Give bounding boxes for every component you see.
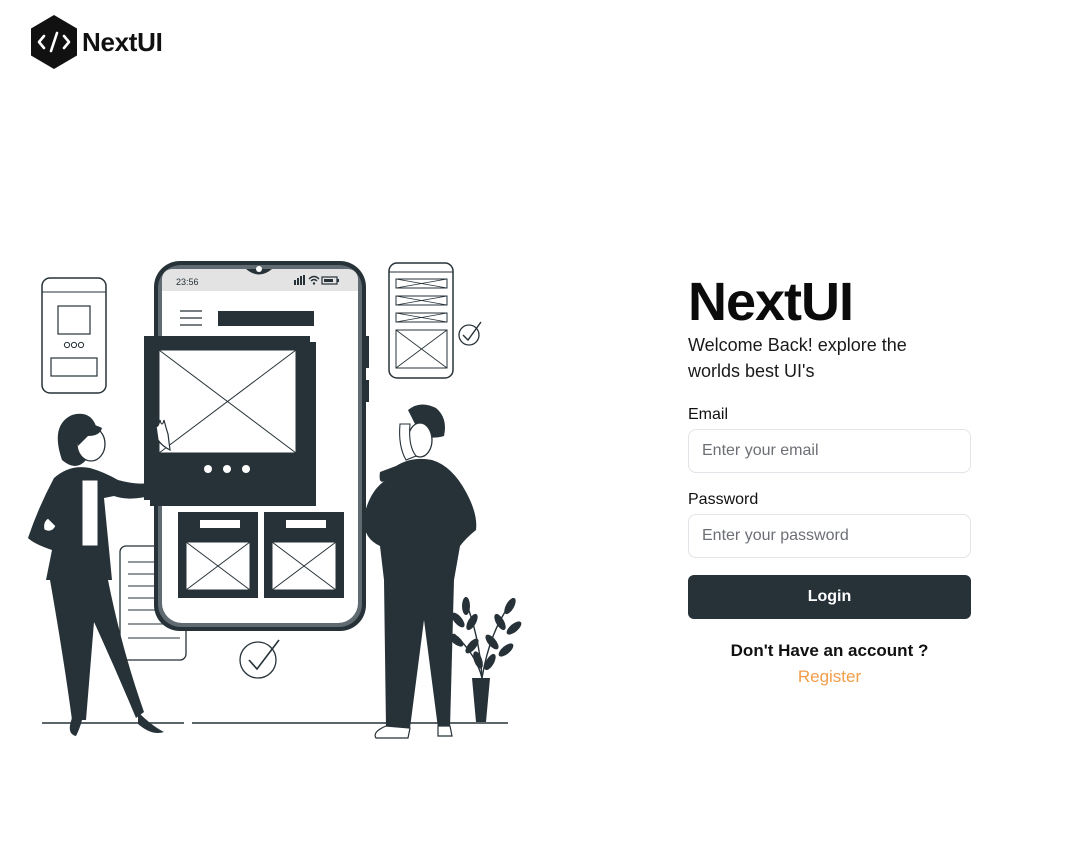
- email-label: Email: [688, 406, 729, 423]
- register-link[interactable]: Register: [688, 667, 971, 687]
- page-title: NextUI: [688, 272, 854, 332]
- login-button[interactable]: Login: [688, 575, 971, 619]
- checkmark-icon: [239, 639, 280, 679]
- phone-time: 23:56: [176, 277, 199, 287]
- code-brackets-hexagon-icon[interactable]: [30, 14, 78, 70]
- man-figure: [363, 404, 477, 739]
- checkmark-icon: [458, 321, 482, 346]
- left-phone-wireframe: [41, 277, 107, 394]
- login-panel: NextUI Welcome Back! explore the worlds …: [688, 272, 971, 687]
- welcome-subtitle: Welcome Back! explore the worlds best UI…: [688, 335, 907, 381]
- password-field[interactable]: [688, 514, 971, 558]
- hero-illustration: 23:56: [28, 261, 522, 739]
- popout-card: [144, 336, 316, 506]
- email-field[interactable]: [688, 429, 971, 473]
- account-question: Don't Have an account ?: [730, 641, 929, 660]
- password-label: Password: [688, 491, 759, 508]
- potted-plant: [448, 597, 522, 722]
- top-bar: NextUI: [30, 14, 163, 70]
- brand-name[interactable]: NextUI: [82, 27, 163, 58]
- right-phone-wireframe: [388, 262, 454, 379]
